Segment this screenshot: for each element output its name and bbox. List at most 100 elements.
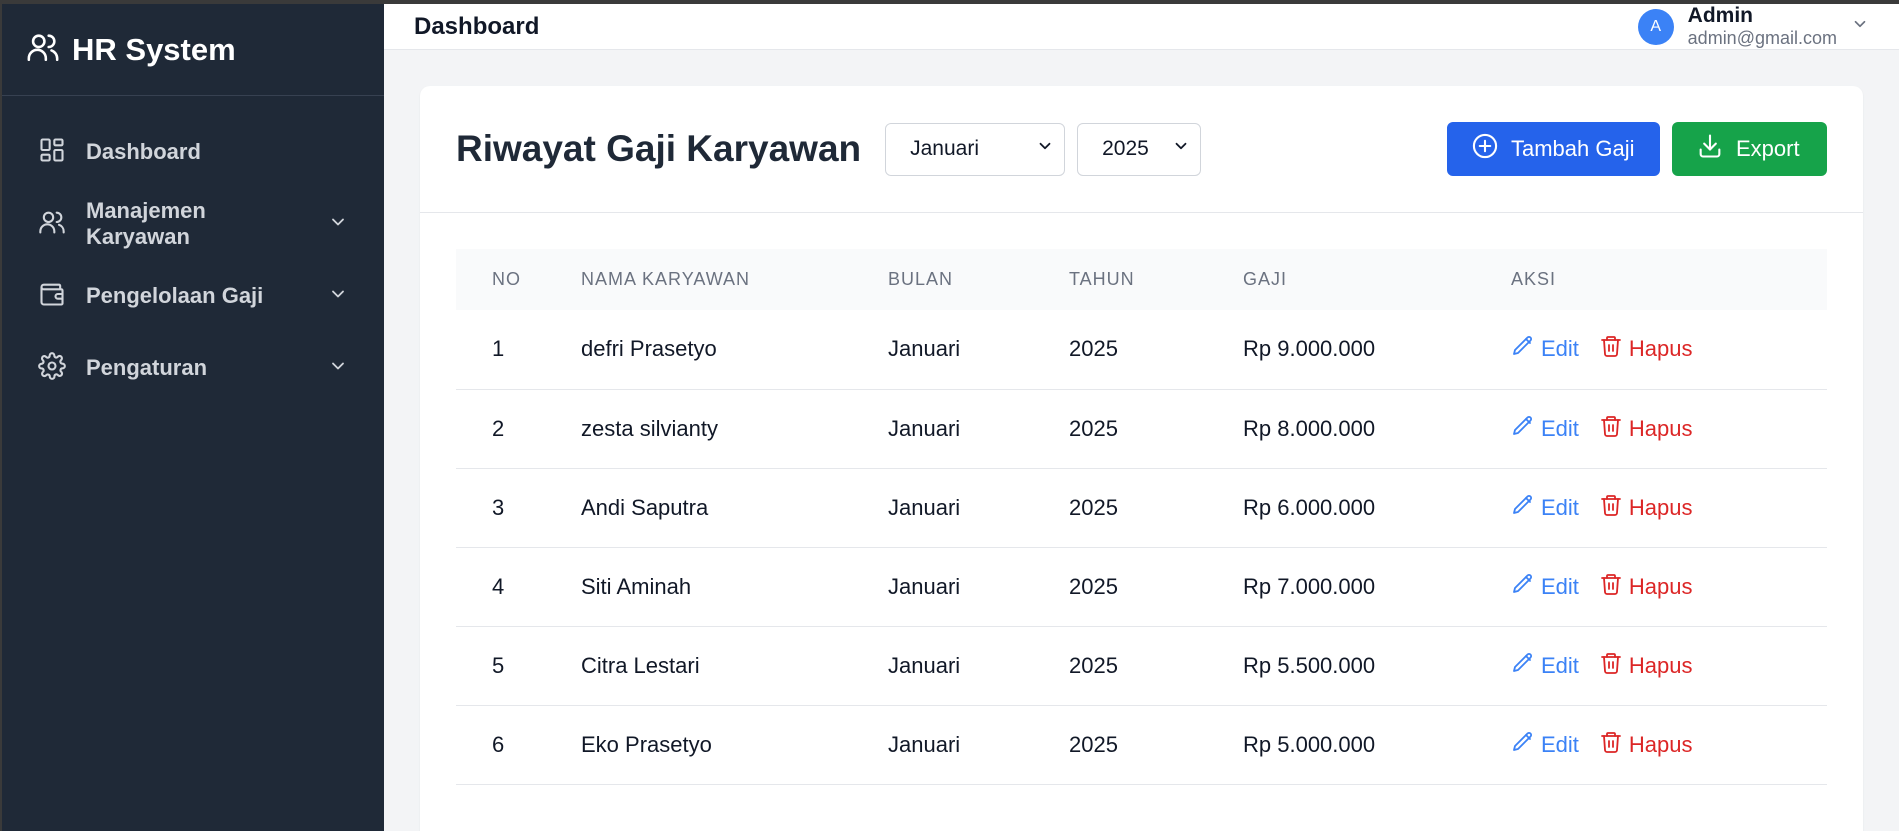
table-row: 6 Eko Prasetyo Januari 2025 Rp 5.000.000…: [456, 705, 1827, 785]
edit-label: Edit: [1541, 494, 1579, 520]
cell-tahun: 2025: [1069, 626, 1243, 706]
dashboard-icon: [38, 136, 66, 169]
salary-table: NO NAMA KARYAWAN BULAN TAHUN GAJI AKSI 1…: [456, 249, 1827, 785]
trash-icon: [1599, 414, 1623, 444]
add-salary-button[interactable]: Tambah Gaji: [1447, 122, 1660, 176]
cell-name: zesta silvianty: [581, 389, 888, 469]
cell-actions: Edit Hapus: [1511, 389, 1827, 469]
sidebar-item-label: Pengaturan: [86, 355, 208, 380]
user-name: Admin: [1687, 4, 1753, 27]
delete-button[interactable]: Hapus: [1599, 730, 1693, 760]
row-actions: Edit Hapus: [1511, 414, 1827, 444]
edit-button[interactable]: Edit: [1511, 414, 1579, 444]
pencil-icon: [1511, 730, 1535, 760]
cell-tahun: 2025: [1069, 468, 1243, 548]
month-select[interactable]: Januari: [885, 122, 1066, 176]
export-button[interactable]: Export: [1672, 122, 1827, 176]
cell-gaji: Rp 7.000.000: [1243, 547, 1511, 627]
topbar: Dashboard A Admin admin@gmail.com: [384, 4, 1899, 50]
chevron-down-icon: [1036, 137, 1054, 161]
user-info: Admin admin@gmail.com: [1688, 4, 1837, 49]
edit-button[interactable]: Edit: [1511, 572, 1579, 602]
table-row: 5 Citra Lestari Januari 2025 Rp 5.500.00…: [456, 626, 1827, 706]
table-body: 1 defri Prasetyo Januari 2025 Rp 9.000.0…: [456, 310, 1827, 785]
trash-icon: [1599, 334, 1623, 364]
delete-label: Hapus: [1628, 415, 1693, 441]
export-label: Export: [1736, 136, 1800, 161]
cell-actions: Edit Hapus: [1511, 468, 1827, 548]
edit-button[interactable]: Edit: [1511, 334, 1579, 364]
card-header: Riwayat Gaji Karyawan Januari 2025 Tamba…: [420, 86, 1863, 213]
row-actions: Edit Hapus: [1511, 572, 1827, 602]
user-menu[interactable]: A Admin admin@gmail.com: [1637, 4, 1869, 49]
cell-actions: Edit Hapus: [1511, 705, 1827, 785]
cell-bulan: Januari: [888, 705, 1069, 785]
user-email: admin@gmail.com: [1687, 28, 1837, 48]
cell-gaji: Rp 8.000.000: [1243, 389, 1511, 469]
delete-button[interactable]: Hapus: [1599, 334, 1693, 364]
cell-gaji: Rp 9.000.000: [1243, 310, 1511, 390]
cell-name: Andi Saputra: [581, 468, 888, 548]
column-header: NO: [492, 269, 521, 289]
cell-bulan: Januari: [888, 626, 1069, 706]
cell-bulan: Januari: [888, 389, 1069, 469]
sidebar: HR System Dashboard Manajemen Karyawan P…: [2, 4, 384, 831]
delete-button[interactable]: Hapus: [1599, 414, 1693, 444]
cell-bulan: Januari: [888, 547, 1069, 627]
month-select-value: Januari: [910, 137, 980, 160]
year-select[interactable]: 2025: [1077, 122, 1202, 176]
delete-label: Hapus: [1628, 494, 1693, 520]
edit-label: Edit: [1541, 652, 1579, 678]
delete-button[interactable]: Hapus: [1599, 572, 1693, 602]
delete-label: Hapus: [1628, 573, 1693, 599]
cell-no: 3: [456, 468, 581, 548]
app-window: HR System Dashboard Manajemen Karyawan P…: [2, 4, 1899, 831]
column-header: GAJI: [1243, 269, 1288, 289]
pencil-icon: [1511, 493, 1535, 523]
add-salary-label: Tambah Gaji: [1511, 136, 1635, 161]
cell-tahun: 2025: [1069, 547, 1243, 627]
chevron-down-icon: [1851, 15, 1869, 38]
sidebar-item-pengelolaan-gaji[interactable]: Pengelolaan Gaji: [2, 260, 384, 332]
cell-no: 5: [456, 626, 581, 706]
cell-actions: Edit Hapus: [1511, 626, 1827, 706]
cell-gaji: Rp 6.000.000: [1243, 468, 1511, 548]
sidebar-item-label: Dashboard: [86, 139, 201, 164]
row-actions: Edit Hapus: [1511, 334, 1827, 364]
edit-label: Edit: [1541, 573, 1579, 599]
table-row: 4 Siti Aminah Januari 2025 Rp 7.000.000 …: [456, 547, 1827, 627]
sidebar-item-pengaturan[interactable]: Pengaturan: [2, 332, 384, 404]
cell-name: Eko Prasetyo: [581, 705, 888, 785]
page-title: Dashboard: [414, 12, 540, 40]
trash-icon: [1599, 572, 1623, 602]
column-header: TAHUN: [1069, 269, 1135, 289]
edit-button[interactable]: Edit: [1511, 493, 1579, 523]
cell-name: Citra Lestari: [581, 626, 888, 706]
sidebar-item-manajemen-karyawan[interactable]: Manajemen Karyawan: [2, 188, 384, 260]
table-wrapper: NO NAMA KARYAWAN BULAN TAHUN GAJI AKSI 1…: [420, 213, 1863, 785]
trash-icon: [1599, 651, 1623, 681]
year-select-value: 2025: [1102, 137, 1149, 160]
cell-no: 1: [456, 310, 581, 390]
edit-button[interactable]: Edit: [1511, 651, 1579, 681]
column-header: AKSI: [1511, 269, 1557, 289]
column-header: NAMA KARYAWAN: [581, 269, 751, 289]
edit-button[interactable]: Edit: [1511, 730, 1579, 760]
table-row: 1 defri Prasetyo Januari 2025 Rp 9.000.0…: [456, 310, 1827, 390]
cell-no: 6: [456, 705, 581, 785]
users-icon: [38, 208, 66, 241]
wallet-icon: [38, 280, 66, 313]
table-row: 3 Andi Saputra Januari 2025 Rp 6.000.000…: [456, 468, 1827, 548]
chevron-down-icon: [1172, 137, 1190, 161]
cell-gaji: Rp 5.500.000: [1243, 626, 1511, 706]
delete-label: Hapus: [1628, 336, 1693, 362]
trash-icon: [1599, 493, 1623, 523]
delete-button[interactable]: Hapus: [1599, 493, 1693, 523]
sidebar-item-dashboard[interactable]: Dashboard: [2, 116, 384, 188]
column-header: BULAN: [888, 269, 954, 289]
delete-button[interactable]: Hapus: [1599, 651, 1693, 681]
pencil-icon: [1511, 334, 1535, 364]
edit-label: Edit: [1541, 415, 1579, 441]
chevron-down-icon: [328, 212, 348, 237]
brand-title: HR System: [72, 31, 236, 67]
